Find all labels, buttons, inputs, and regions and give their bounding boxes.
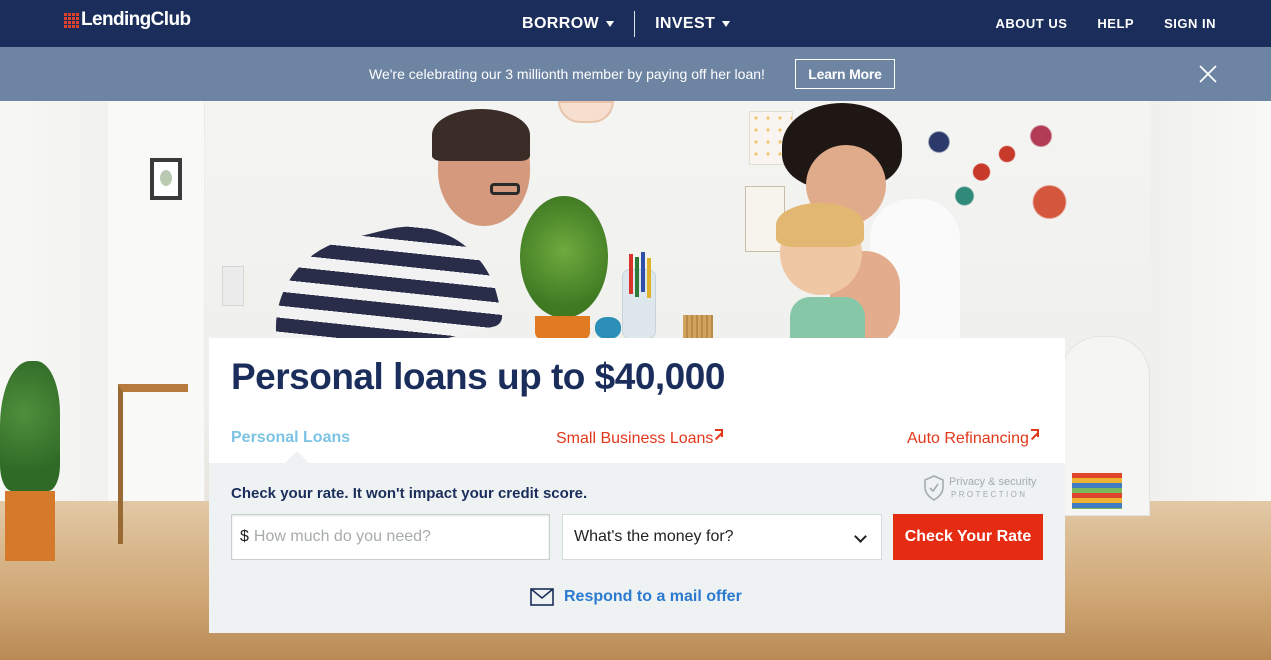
books bbox=[1072, 473, 1122, 509]
top-navigation: LendingClub BORROW INVEST ABOUT US HELP … bbox=[0, 0, 1271, 47]
lamp bbox=[558, 101, 614, 123]
currency-symbol: $ bbox=[240, 528, 249, 545]
privacy-subtext: PROTECTION bbox=[951, 490, 1028, 499]
close-icon[interactable] bbox=[1198, 64, 1218, 84]
tab-personal-loans[interactable]: Personal Loans bbox=[231, 429, 350, 447]
secondary-nav: ABOUT US HELP SIGN IN bbox=[966, 0, 1216, 47]
plant bbox=[520, 196, 608, 318]
mail-offer-label: Respond to a mail offer bbox=[564, 588, 742, 605]
chevron-down-icon bbox=[854, 530, 867, 543]
borrow-menu[interactable]: BORROW bbox=[522, 14, 615, 33]
tab-small-business-loans[interactable]: Small Business Loans bbox=[556, 429, 724, 448]
tab-auto-refinancing[interactable]: Auto Refinancing bbox=[907, 429, 1039, 448]
privacy-badge: Privacy & security PROTECTION bbox=[923, 475, 1047, 505]
external-link-icon bbox=[715, 429, 724, 437]
banner-message: We're celebrating our 3 millionth member… bbox=[369, 66, 765, 82]
borrow-menu-label: BORROW bbox=[522, 14, 600, 32]
form-heading: Check your rate. It won't impact your cr… bbox=[231, 485, 588, 502]
check-your-rate-button[interactable]: Check Your Rate bbox=[893, 514, 1043, 560]
loan-amount-input[interactable] bbox=[253, 528, 524, 546]
lendingclub-logo[interactable]: LendingClub bbox=[64, 9, 191, 31]
mail-offer-link[interactable]: Respond to a mail offer bbox=[530, 588, 742, 606]
caret-down-icon bbox=[722, 20, 731, 27]
privacy-text: Privacy & security bbox=[949, 476, 1037, 488]
loan-card: Personal loans up to $40,000 Personal Lo… bbox=[209, 338, 1065, 633]
page-title: Personal loans up to $40,000 bbox=[231, 356, 725, 397]
logo-text: LendingClub bbox=[81, 9, 191, 30]
plant bbox=[0, 361, 60, 491]
caret-down-icon bbox=[606, 20, 615, 27]
loan-purpose-value: What's the money for? bbox=[574, 528, 734, 545]
learn-more-button[interactable]: Learn More bbox=[795, 59, 895, 89]
chair bbox=[118, 384, 188, 544]
tab-label: Auto Refinancing bbox=[907, 430, 1029, 447]
sign-in-link[interactable]: SIGN IN bbox=[1164, 16, 1216, 31]
help-link[interactable]: HELP bbox=[1097, 16, 1134, 31]
picture-frame bbox=[150, 158, 182, 200]
loan-amount-field[interactable]: $ bbox=[231, 514, 550, 560]
primary-nav: BORROW INVEST bbox=[522, 0, 731, 47]
envelope-icon bbox=[530, 588, 554, 606]
about-us-link[interactable]: ABOUT US bbox=[996, 16, 1068, 31]
logo-grid-icon bbox=[64, 12, 79, 28]
invest-menu-label: INVEST bbox=[655, 14, 716, 32]
nav-divider bbox=[634, 10, 636, 37]
announcement-banner: We're celebrating our 3 millionth member… bbox=[0, 47, 1271, 101]
invest-menu[interactable]: INVEST bbox=[655, 14, 731, 33]
rate-check-form: Check your rate. It won't impact your cr… bbox=[209, 463, 1065, 633]
external-link-icon bbox=[1030, 429, 1039, 437]
loan-purpose-select[interactable]: What's the money for? bbox=[562, 514, 882, 560]
tab-label: Small Business Loans bbox=[556, 430, 714, 447]
shield-check-icon bbox=[924, 475, 944, 501]
